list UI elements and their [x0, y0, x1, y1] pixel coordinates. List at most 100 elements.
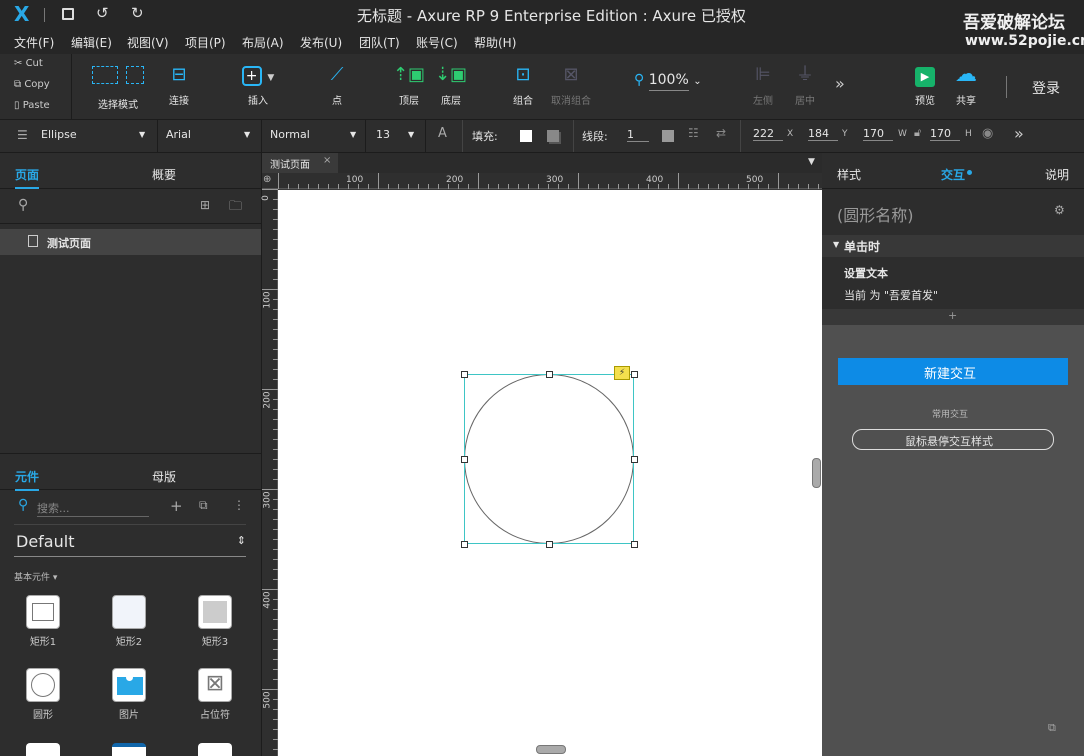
action-block[interactable]: 设置文本 当前 为 "吾爱首发" [822, 257, 1084, 309]
category-label[interactable]: 基本元件 ▾ [14, 570, 57, 583]
share-button[interactable]: ☁ 共享 [936, 62, 996, 107]
shape-selector[interactable]: ☰ Ellipse ▼ [0, 120, 158, 152]
tab-list-dropdown-icon[interactable]: ▼ [808, 157, 815, 167]
widget-rect1[interactable]: 矩形1 [13, 595, 73, 648]
cut-button[interactable]: ✂ Cut [14, 58, 43, 69]
lock-ratio-icon[interactable]: 🔓︎ [914, 126, 921, 140]
h-input[interactable]: 170 [930, 127, 960, 141]
menu-project[interactable]: 项目(P) [185, 34, 226, 51]
vertical-scrollbar[interactable] [812, 458, 821, 488]
point-button[interactable]: ⟋ 点 [307, 62, 367, 107]
line-style-icon[interactable]: ☷ [688, 126, 699, 140]
tab-masters[interactable]: 母版 [152, 468, 176, 485]
widget-circle[interactable]: 圆形 [13, 668, 73, 721]
resize-handle-sw[interactable] [461, 541, 468, 548]
lightning-icon[interactable]: ⚡ [614, 366, 630, 380]
library-copy-icon[interactable]: ⧉ [199, 498, 208, 513]
main-toolbar: ✂ Cut ⧉ Copy ▯ Paste 选择模式 ⊟ 连接 + ▼ 插入 ⟋ … [0, 54, 1084, 120]
resize-handle-w[interactable] [461, 456, 468, 463]
connect-button[interactable]: ⊟ 连接 [149, 62, 209, 107]
w-input[interactable]: 170 [863, 127, 893, 141]
resize-handle-s[interactable] [546, 541, 553, 548]
widget-placeholder[interactable]: ⊠ 占位符 [185, 668, 245, 721]
caret-down-icon: ▼ [408, 130, 415, 139]
align-center-button[interactable]: ⏚ 居中 [775, 62, 835, 107]
line-width-value[interactable]: 1 [627, 128, 649, 142]
font-style-select[interactable]: Normal ▼ [262, 120, 366, 152]
more-menu-icon[interactable]: ⋮ [233, 498, 245, 512]
add-page-icon[interactable]: ⊞ [200, 198, 210, 212]
popout-icon[interactable]: ⧉ [1048, 721, 1056, 735]
x-input[interactable]: 222 [753, 127, 783, 141]
fill-color-swatch[interactable] [520, 130, 532, 142]
horizontal-scrollbar[interactable] [536, 745, 566, 754]
menu-file[interactable]: 文件(F) [14, 34, 54, 51]
chevron-down-icon: ⌄ [693, 76, 702, 87]
ungroup-button[interactable]: ⊠ 取消组合 [541, 62, 601, 107]
tab-outline[interactable]: 概要 [152, 166, 176, 183]
y-input[interactable]: 184 [808, 127, 838, 141]
menu-account[interactable]: 账号(C) [416, 34, 458, 51]
redo-icon[interactable]: ↻ [131, 4, 144, 22]
menu-publish[interactable]: 发布(U) [300, 34, 342, 51]
page-item[interactable]: 测试页面 [0, 229, 261, 255]
zoom-control[interactable]: ⚲ 100% ⌄ [634, 72, 702, 91]
tab-style[interactable]: 样式 [837, 166, 861, 183]
add-library-icon[interactable]: + [170, 497, 183, 515]
visibility-eye-icon[interactable]: ◉ [982, 126, 993, 141]
font-size-select[interactable]: 13 ▼ [366, 120, 426, 152]
widget-image[interactable]: 图片 [99, 668, 159, 721]
add-action-row[interactable]: + [822, 309, 1084, 325]
copy-label: Copy [24, 79, 50, 90]
tab-notes[interactable]: 说明 [1045, 166, 1069, 183]
insert-button[interactable]: + ▼ 插入 [228, 62, 288, 107]
close-icon[interactable]: × [323, 155, 331, 166]
select-mode-button[interactable] [88, 62, 148, 92]
menu-arrange[interactable]: 布局(A) [242, 34, 284, 51]
widget-search-input[interactable]: 搜索... [37, 500, 149, 517]
shape-name-input[interactable]: (圆形名称) [837, 202, 914, 226]
page-canvas[interactable]: ⚡ [278, 190, 822, 756]
resize-handle-ne[interactable] [631, 371, 638, 378]
more-tools-icon[interactable]: » [835, 74, 845, 93]
shadow-swatch[interactable] [547, 130, 559, 142]
tab-widgets[interactable]: 元件 [15, 468, 40, 491]
tab-interactions[interactable]: 交互 [941, 166, 965, 183]
resize-handle-nw[interactable] [461, 371, 468, 378]
library-select[interactable]: Default ⇕ [14, 532, 246, 557]
login-button[interactable]: 登录 [1032, 78, 1060, 98]
undo-icon[interactable]: ↺ [96, 4, 109, 22]
font-family-select[interactable]: Arial ▼ [158, 120, 262, 152]
hover-style-button[interactable]: 鼠标悬停交互样式 [852, 429, 1054, 450]
toolbar-divider [1006, 76, 1007, 98]
save-icon[interactable] [62, 8, 74, 20]
action-name: 设置文本 [844, 267, 888, 280]
copy-button[interactable]: ⧉ Copy [14, 79, 50, 90]
send-to-back-button[interactable]: ⇣▣ 底层 [421, 62, 481, 107]
doc-tab[interactable]: 测试页面 × [262, 153, 338, 173]
ruler-label: 400 [262, 591, 273, 609]
menu-team[interactable]: 团队(T) [359, 34, 400, 51]
resize-handle-e[interactable] [631, 456, 638, 463]
paste-button[interactable]: ▯ Paste [14, 100, 50, 111]
resize-handle-n[interactable] [546, 371, 553, 378]
tab-pages[interactable]: 页面 [15, 166, 40, 189]
widget-rect2[interactable]: 矩形2 [99, 595, 159, 648]
menu-help[interactable]: 帮助(H) [474, 34, 516, 51]
resize-handle-se[interactable] [631, 541, 638, 548]
line-color-swatch[interactable] [662, 130, 674, 142]
event-header[interactable]: ▼ 单击时 [822, 235, 1084, 257]
more-props-icon[interactable]: » [1014, 124, 1024, 143]
pages-header: 页面 概要 [0, 153, 261, 189]
font-color-icon[interactable]: A [438, 126, 447, 141]
menu-edit[interactable]: 编辑(E) [71, 34, 112, 51]
settings-sliders-icon[interactable]: ⚙ [1054, 203, 1065, 217]
widget-rect3[interactable]: 矩形3 [185, 595, 245, 648]
add-folder-icon[interactable]: 🗀︎ [229, 197, 242, 219]
new-interaction-button[interactable]: 新建交互 [838, 358, 1068, 385]
axure-logo-icon[interactable]: X [14, 2, 29, 26]
library-name: Default [16, 532, 75, 551]
search-icon[interactable]: ⚲ [18, 197, 28, 213]
arrow-style-icon[interactable]: ⇄ [716, 126, 726, 140]
menu-view[interactable]: 视图(V) [127, 34, 169, 51]
